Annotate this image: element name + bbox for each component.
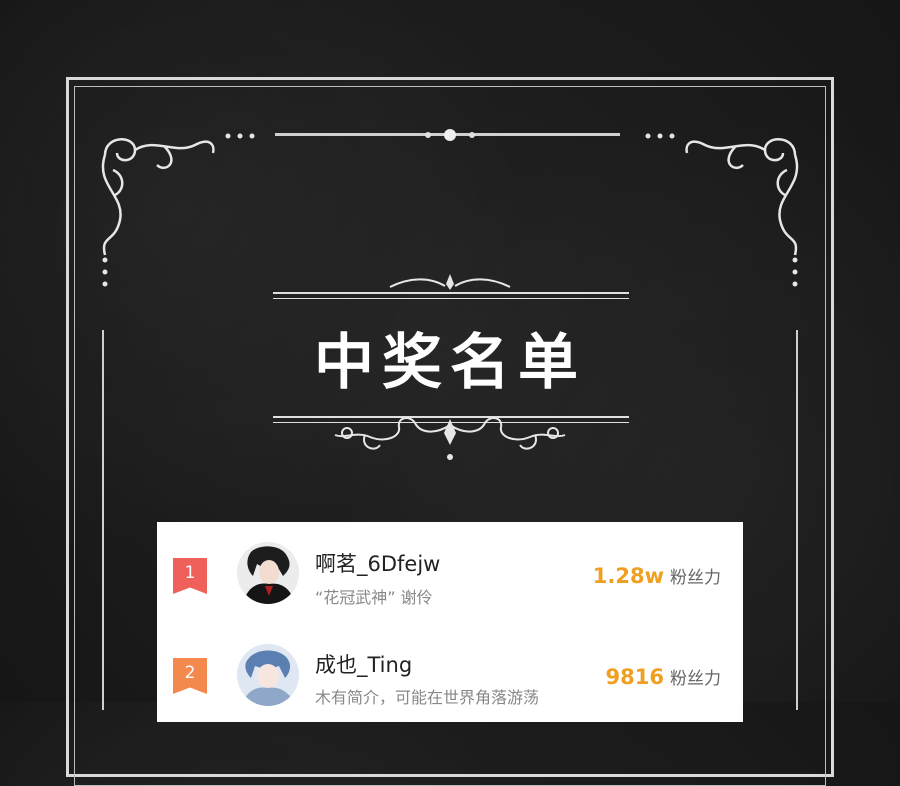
avatar[interactable] — [237, 542, 299, 604]
flourish-top-right-icon — [645, 133, 799, 287]
title-bottom-scroll-ornament-icon — [334, 417, 566, 460]
user-signature: 木有简介，可能在世界角落游荡 — [315, 688, 540, 707]
list-item[interactable]: 2 成也_Ting 木有简介，可能在世界角落游荡 9816 粉丝力 — [157, 622, 743, 722]
fans-label: 粉丝力 — [670, 669, 721, 689]
username[interactable]: 啊茗_6Dfejw — [315, 548, 440, 578]
rank-badge: 2 — [173, 658, 207, 694]
avatar-illustration-icon — [237, 644, 299, 706]
winners-list: 1 啊茗_6Dfejw “花冠武神” 谢伶 1.28w 粉丝力 2 成也_Tin… — [157, 522, 743, 722]
avatar-illustration-icon — [237, 542, 299, 604]
page-title: 中奖名单 — [314, 328, 586, 398]
title-top-line — [273, 292, 629, 294]
fans-power: 1.28w 粉丝力 — [593, 563, 721, 588]
fans-label: 粉丝力 — [670, 568, 721, 588]
title-top-line-thin — [273, 298, 629, 299]
pearl-ornament-icon — [425, 129, 475, 141]
username[interactable]: 成也_Ting — [315, 649, 412, 679]
avatar[interactable] — [237, 644, 299, 706]
title-top-ornament-icon — [389, 274, 511, 290]
fans-count: 1.28w — [592, 564, 664, 588]
fans-count: 9816 — [605, 665, 664, 689]
flourish-top-left-icon — [101, 133, 255, 287]
user-signature: “花冠武神” 谢伶 — [315, 588, 433, 607]
rank-badge: 1 — [173, 558, 207, 594]
fans-power: 9816 粉丝力 — [606, 664, 721, 689]
list-item[interactable]: 1 啊茗_6Dfejw “花冠武神” 谢伶 1.28w 粉丝力 — [157, 522, 743, 622]
